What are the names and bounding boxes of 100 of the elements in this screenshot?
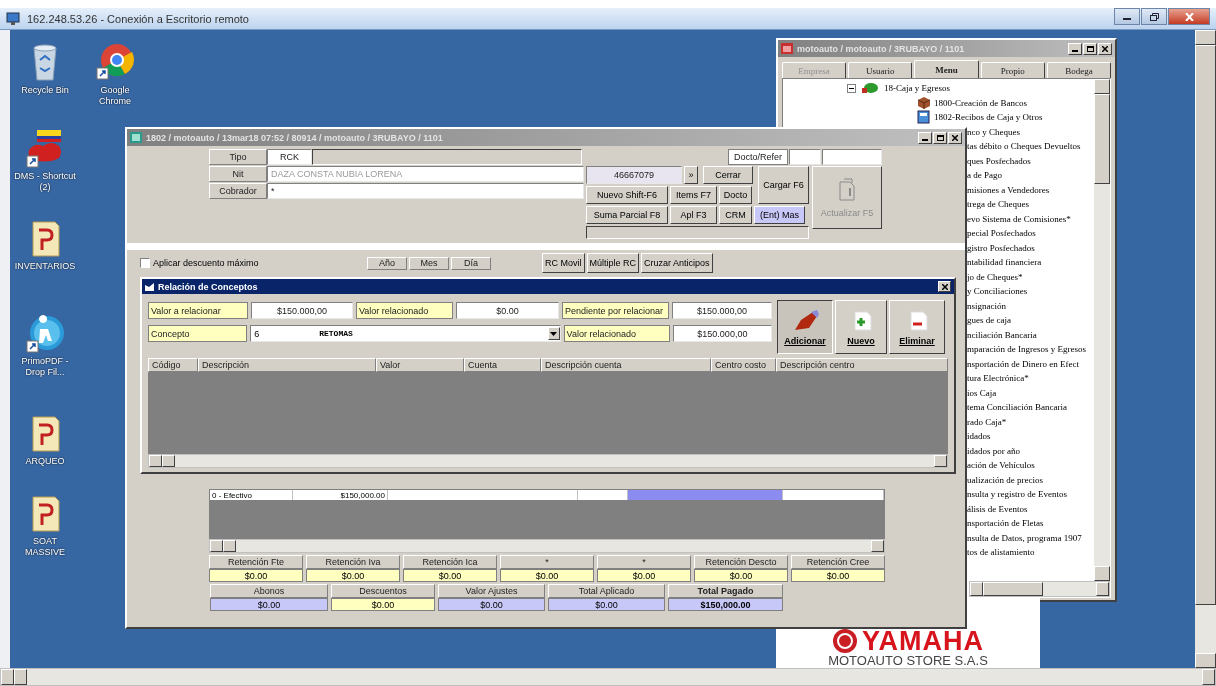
tree-item[interactable]: idados por año <box>967 445 1020 456</box>
tree-item[interactable]: jo de Cheques* <box>967 271 1023 282</box>
tree-item[interactable]: mparación de Ingresos y Egresos <box>967 344 1086 355</box>
concept-dropdown[interactable]: 6 RETOMAS <box>250 325 561 342</box>
tree-item[interactable]: a de Pago <box>967 170 1002 181</box>
tree-item[interactable]: ualización de precios <box>967 474 1043 485</box>
tree-item[interactable]: tos de alistamiento <box>967 547 1035 558</box>
round-logo-icon[interactable] <box>25 313 65 353</box>
table-cell[interactable]: $150,000.00 <box>293 490 388 500</box>
column-header: Año <box>367 256 407 270</box>
tree-item[interactable]: nsportación de Dinero en Efect <box>967 358 1079 369</box>
tree-item[interactable]: nco y Cheques <box>967 126 1020 137</box>
store-name: MOTOAUTO STORE S.A.S <box>828 654 988 668</box>
tree-item[interactable]: nsportación de Fletas <box>967 518 1044 529</box>
tree-item[interactable]: ques Posfechados <box>967 155 1031 166</box>
desktop-icon-label[interactable]: DMS - Shortcut (2) <box>14 171 76 193</box>
button[interactable]: Apl F3 <box>670 206 717 224</box>
column-header[interactable]: Centro costo <box>711 358 776 372</box>
button[interactable]: RC Movil <box>542 253 585 273</box>
column-header[interactable]: Cuenta <box>464 358 541 372</box>
vertical-scrollbar[interactable] <box>1094 79 1110 581</box>
tree-item[interactable]: gistro Posfechados <box>967 242 1035 253</box>
vertical-scrollbar[interactable] <box>1195 30 1216 668</box>
column-header[interactable]: Descripción <box>198 358 376 372</box>
button[interactable]: Nuevo Shift-F6 <box>586 186 668 204</box>
tree-item[interactable]: ios Caja <box>967 387 997 398</box>
button[interactable]: (Ent) Mas <box>754 206 805 224</box>
restore-button[interactable] <box>1141 8 1167 25</box>
tree-item[interactable]: álisis de Eventos <box>967 503 1028 514</box>
input-field[interactable]: $150.000,00 <box>672 302 772 319</box>
button[interactable]: Nuevo <box>835 300 887 354</box>
desktop-icon-label[interactable]: SOAT MASSIVE <box>14 536 76 558</box>
button[interactable]: Docto <box>719 186 752 204</box>
maximize-button[interactable] <box>1083 42 1097 55</box>
tree-item[interactable]: misiones a Vendedores <box>967 184 1050 195</box>
tree-item[interactable]: nsignación <box>967 300 1006 311</box>
column-header[interactable]: Descripción centro <box>776 358 948 372</box>
tree-item[interactable]: ntabilidad financiera <box>967 257 1042 268</box>
tree-item[interactable]: 18-Caja y Egresos <box>884 83 950 94</box>
tree-item[interactable]: 1802-Recibos de Caja y Otros <box>934 112 1043 123</box>
button[interactable]: Múltiple RC <box>586 253 640 273</box>
desktop-icon-label[interactable]: INVENTARIOS <box>14 261 76 272</box>
value-field: $0.00 <box>209 569 303 582</box>
desktop-icon-label[interactable]: ARQUEO <box>25 456 65 467</box>
desktop-icon-label[interactable]: PrimoPDF - Drop Fil... <box>14 356 76 378</box>
tab[interactable]: Propio <box>980 62 1045 78</box>
desktop-icon-label[interactable]: Recycle Bin <box>21 85 69 96</box>
circle-logo-icon[interactable] <box>95 42 135 82</box>
tree-item[interactable]: tas débito o Cheques Devueltos <box>967 141 1081 152</box>
button[interactable]: Suma Parcial F8 <box>586 206 668 224</box>
button[interactable]: CRM <box>719 206 752 224</box>
tab[interactable]: Bodega <box>1046 62 1111 78</box>
minimize-button[interactable] <box>1114 8 1140 25</box>
tree-item[interactable]: 1800-Creación de Bancos <box>934 97 1027 108</box>
input-field[interactable]: 46667079 <box>586 166 682 184</box>
input-field[interactable] <box>789 149 821 165</box>
table-cell[interactable] <box>628 490 783 500</box>
column-header[interactable]: Valor <box>376 358 464 372</box>
lookup-button[interactable]: » <box>684 166 698 184</box>
horizontal-scrollbar[interactable] <box>148 454 948 468</box>
horizontal-scrollbar[interactable] <box>209 539 885 553</box>
tree-item[interactable]: y Conciliaciones <box>967 286 1028 297</box>
input-field[interactable] <box>312 149 582 165</box>
tree-item[interactable]: ación de Vehículos <box>967 460 1035 471</box>
tree-item[interactable]: pecial Posfechados <box>967 228 1036 239</box>
tree-item[interactable]: rado Caja* <box>967 416 1007 427</box>
horizontal-scrollbar[interactable] <box>969 581 1110 597</box>
tree-item[interactable]: trega de Cheques <box>967 199 1029 210</box>
input-field[interactable]: $0.00 <box>456 302 559 319</box>
input-field[interactable]: RCK <box>267 149 312 165</box>
column-header[interactable]: Código <box>148 358 198 372</box>
input-field[interactable]: $150.000,00 <box>672 325 772 342</box>
tree-item[interactable]: gues de caja <box>967 315 1011 326</box>
collapse-icon[interactable] <box>847 83 856 93</box>
tree-item[interactable]: nsulta y registro de Eventos <box>967 489 1067 500</box>
button[interactable]: Eliminar <box>889 300 945 354</box>
tree-item[interactable]: nsulta de Datos, programa 1907 <box>967 532 1082 543</box>
maximize-button[interactable] <box>933 131 947 144</box>
button[interactable]: Items F7 <box>670 186 717 204</box>
field-label: Retención Cree <box>791 555 885 569</box>
desktop-icon-label[interactable]: Google Chrome <box>84 85 146 107</box>
column-header[interactable]: Descripción cuenta <box>541 358 711 372</box>
table-cell[interactable]: 0 - Efectivo <box>210 490 293 500</box>
tree-item[interactable]: evo Sistema de Comisiones* <box>967 213 1071 224</box>
button[interactable]: Cargar F6 <box>758 166 809 204</box>
input-field[interactable]: $150.000,00 <box>251 302 353 319</box>
button[interactable]: Cruzar Anticipos <box>641 253 713 273</box>
input-field[interactable] <box>822 149 882 165</box>
button[interactable]: Adicionar <box>777 300 833 354</box>
button[interactable]: Cerrar <box>703 166 753 184</box>
input-field[interactable]: * <box>267 183 584 199</box>
checkbox[interactable] <box>140 258 150 268</box>
tree-item[interactable]: tura Electrónica* <box>967 373 1029 384</box>
horizontal-scrollbar[interactable] <box>0 668 1216 686</box>
tab[interactable]: Usuario <box>848 62 913 78</box>
tree-item[interactable]: nciliación Bancaria <box>967 329 1037 340</box>
tab[interactable]: Menu <box>914 60 979 78</box>
field-label: Valor Ajustes <box>438 584 545 598</box>
tree-item[interactable]: tema Conciliación Bancaria <box>967 402 1067 413</box>
tree-item[interactable]: idados <box>967 431 991 442</box>
